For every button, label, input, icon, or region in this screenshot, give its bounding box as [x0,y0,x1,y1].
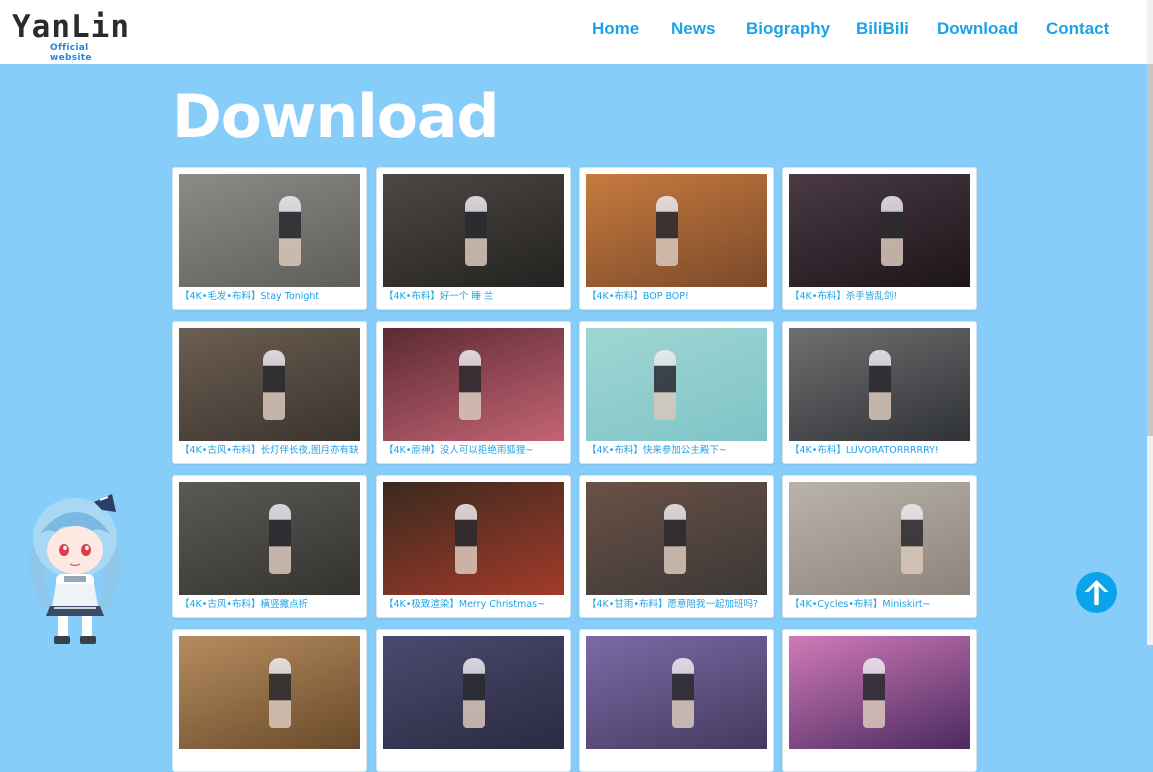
thumbnail-figure [459,350,481,420]
video-thumbnail[interactable] [383,328,564,441]
thumbnail-figure [269,504,291,574]
card-caption[interactable]: 【4K•布料】好一个 睡 兰 [384,290,566,304]
video-thumbnail[interactable] [383,636,564,749]
card-caption[interactable]: 【4K•Cycles•布料】Miniskirt~ [790,598,972,612]
download-card[interactable]: 【4K•极致渲染】Merry Christmas~ [376,475,571,618]
page-title: Download [172,82,499,152]
thumbnail-figure [901,504,923,574]
page-scrollbar[interactable] [1147,0,1153,645]
thumbnail-figure [869,350,891,420]
video-thumbnail[interactable] [789,482,970,595]
video-thumbnail[interactable] [383,174,564,287]
nav-home[interactable]: Home [592,19,639,39]
thumbnail-figure [664,504,686,574]
download-card[interactable]: 【4K•古风•布料】橫竖撇点折 [172,475,367,618]
video-thumbnail[interactable] [179,174,360,287]
back-to-top-button[interactable] [1076,572,1117,613]
download-card[interactable]: 【4K•原神】没人可以拒绝雨狐狸~ [376,321,571,464]
video-thumbnail[interactable] [586,174,767,287]
thumbnail-figure [465,196,487,266]
nav-bilibili[interactable]: BiliBili [856,19,909,39]
download-card[interactable]: 【4K•甘雨•布料】愿意陪我一起加班吗? [579,475,774,618]
card-caption[interactable]: 【4K•古风•布料】橫竖撇点折 [180,598,362,612]
video-thumbnail[interactable] [179,636,360,749]
card-caption[interactable] [790,752,972,766]
thumbnail-figure [863,658,885,728]
download-card[interactable]: 【4K•布料】LUVORATORRRRRY! [782,321,977,464]
video-thumbnail[interactable] [789,328,970,441]
card-caption[interactable]: 【4K•毛发•布料】Stay Tonight [180,290,362,304]
video-thumbnail[interactable] [789,636,970,749]
video-thumbnail[interactable] [179,328,360,441]
card-caption[interactable] [384,752,566,766]
thumbnail-figure [654,350,676,420]
download-card[interactable]: 【4K•毛发•布料】Stay Tonight [172,167,367,310]
thumbnail-figure [881,196,903,266]
download-card[interactable]: 【4K•布料】杀手皆乱剑! [782,167,977,310]
site-header: YanLin Official website Home News Biogra… [0,0,1147,64]
card-caption[interactable]: 【4K•极致渲染】Merry Christmas~ [384,598,566,612]
mascot-character[interactable] [20,488,130,645]
scrollbar-thumb[interactable] [1147,64,1153,436]
video-thumbnail[interactable] [789,174,970,287]
card-caption[interactable]: 【4K•甘雨•布料】愿意陪我一起加班吗? [587,598,769,612]
download-card[interactable] [579,629,774,772]
arrow-up-icon [1084,580,1109,605]
download-card[interactable]: 【4K•Cycles•布料】Miniskirt~ [782,475,977,618]
nav-download[interactable]: Download [937,19,1018,39]
nav-biography[interactable]: Biography [746,19,830,39]
card-caption[interactable]: 【4K•布料】LUVORATORRRRRY! [790,444,972,458]
video-thumbnail[interactable] [586,328,767,441]
mascot-illustration [29,494,122,644]
card-caption[interactable]: 【4K•古风•布料】长灯伴长夜,图月亦有缺 [180,444,362,458]
thumbnail-figure [463,658,485,728]
logo-subtitle: Official website [50,43,92,63]
download-card[interactable] [172,629,367,772]
thumbnail-figure [269,658,291,728]
thumbnail-figure [455,504,477,574]
download-card[interactable]: 【4K•布料】BOP BOP! [579,167,774,310]
card-caption[interactable] [180,752,362,766]
card-caption[interactable]: 【4K•布料】BOP BOP! [587,290,769,304]
download-card[interactable]: 【4K•布料】快来参加公主殿下~ [579,321,774,464]
download-card[interactable]: 【4K•布料】好一个 睡 兰 [376,167,571,310]
video-thumbnail[interactable] [179,482,360,595]
download-card[interactable] [782,629,977,772]
download-card[interactable]: 【4K•古风•布料】长灯伴长夜,图月亦有缺 [172,321,367,464]
card-caption[interactable] [587,752,769,766]
nav-news[interactable]: News [671,19,715,39]
thumbnail-figure [672,658,694,728]
nav-contact[interactable]: Contact [1046,19,1109,39]
card-caption[interactable]: 【4K•原神】没人可以拒绝雨狐狸~ [384,444,566,458]
download-card[interactable] [376,629,571,772]
main-nav: Home News Biography BiliBili Download Co… [0,19,1147,43]
video-thumbnail[interactable] [586,636,767,749]
card-caption[interactable]: 【4K•布料】快来参加公主殿下~ [587,444,769,458]
card-caption[interactable]: 【4K•布料】杀手皆乱剑! [790,290,972,304]
video-thumbnail[interactable] [586,482,767,595]
thumbnail-figure [263,350,285,420]
video-thumbnail[interactable] [383,482,564,595]
thumbnail-figure [656,196,678,266]
thumbnail-figure [279,196,301,266]
